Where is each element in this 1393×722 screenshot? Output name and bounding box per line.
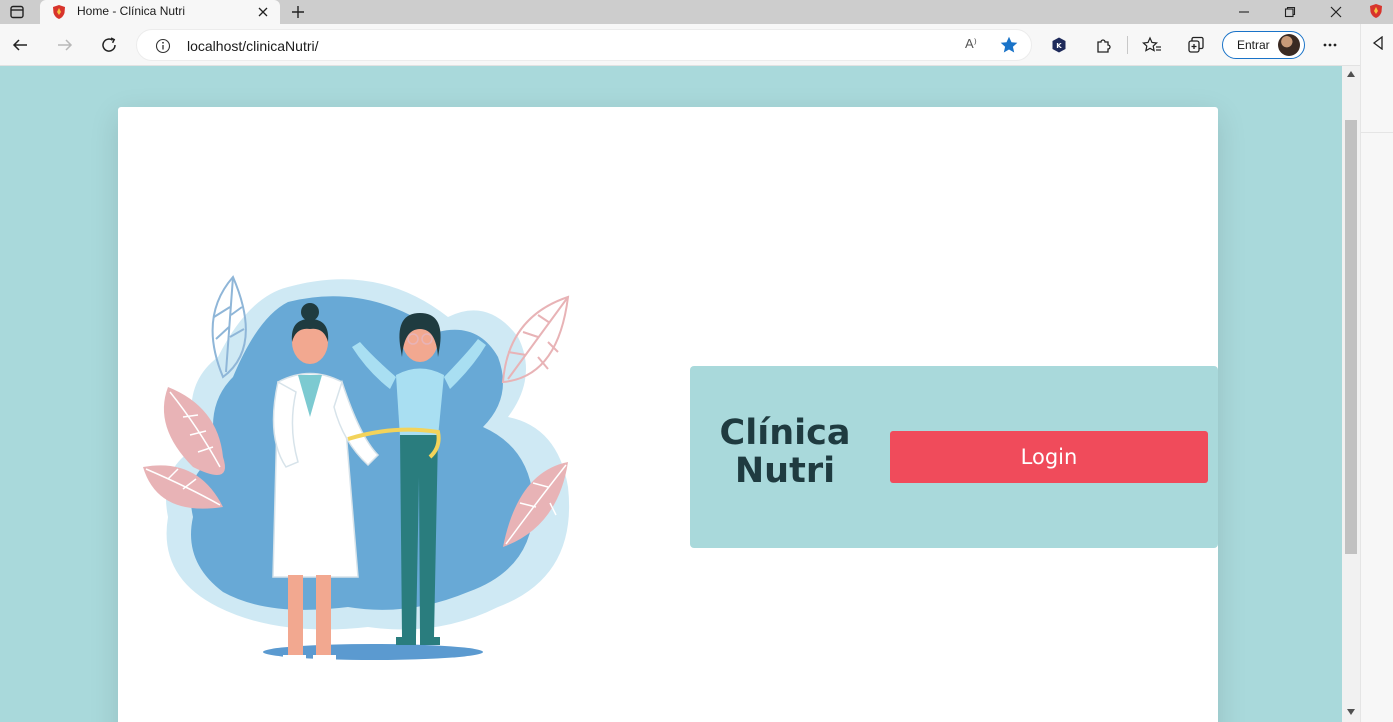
read-aloud-icon[interactable]: A⁾ (965, 36, 977, 52)
browser-tab[interactable]: Home - Clínica Nutri (40, 0, 280, 24)
collections-icon[interactable] (1183, 32, 1209, 58)
brand-title-line1: Clínica (719, 413, 851, 453)
info-icon[interactable] (155, 38, 171, 58)
sidebar-divider (1361, 132, 1393, 133)
toolbar-divider (1127, 36, 1128, 54)
close-tab-icon[interactable] (255, 4, 271, 20)
login-button[interactable]: Login (890, 431, 1208, 483)
signin-label: Entrar (1237, 38, 1270, 52)
sidebar-top (1360, 0, 1393, 24)
shield-favicon-icon (1369, 3, 1383, 23)
new-tab-icon[interactable] (287, 1, 309, 23)
address-bar[interactable]: localhost/clinicaNutri/ A⁾ (136, 29, 1032, 61)
restore-icon[interactable] (1267, 0, 1313, 24)
avatar (1278, 34, 1300, 56)
puzzle-icon[interactable] (1091, 32, 1117, 58)
tab-title: Home - Clínica Nutri (77, 4, 186, 18)
extension-icon[interactable]: K (1046, 32, 1072, 58)
tab-actions-icon[interactable] (5, 1, 29, 23)
signin-button[interactable]: Entrar (1222, 31, 1305, 59)
refresh-icon[interactable] (96, 32, 122, 58)
tab-strip: Home - Clínica Nutri (0, 0, 1393, 24)
page-scrollbar[interactable] (1342, 66, 1360, 722)
browser-toolbar: localhost/clinicaNutri/ A⁾ K Entrar (0, 24, 1360, 66)
address-url[interactable]: localhost/clinicaNutri/ (187, 38, 319, 54)
favorites-icon[interactable] (1139, 32, 1165, 58)
scroll-down-icon[interactable] (1346, 707, 1356, 717)
home-card: Clínica Nutri Login (118, 107, 1218, 722)
forward-arrow-icon[interactable] (52, 32, 78, 58)
scroll-thumb[interactable] (1345, 120, 1357, 554)
back-arrow-icon[interactable] (7, 32, 33, 58)
sidebar-strip (1360, 24, 1393, 722)
more-icon[interactable] (1317, 32, 1343, 58)
welcome-panel: Clínica Nutri Login (690, 366, 1218, 548)
page-viewport: Clínica Nutri Login (0, 66, 1342, 722)
svg-text:K: K (1056, 42, 1062, 50)
nutritionist-illustration (143, 275, 570, 661)
collapse-sidebar-icon[interactable] (1372, 35, 1384, 54)
star-icon[interactable] (999, 35, 1019, 59)
brand-title-line2: Nutri (734, 451, 836, 491)
brand-title: Clínica Nutri (710, 414, 860, 490)
close-window-icon[interactable] (1313, 0, 1359, 24)
shield-favicon-icon (52, 4, 66, 24)
minimize-icon[interactable] (1221, 0, 1267, 24)
scroll-up-icon[interactable] (1346, 69, 1356, 79)
